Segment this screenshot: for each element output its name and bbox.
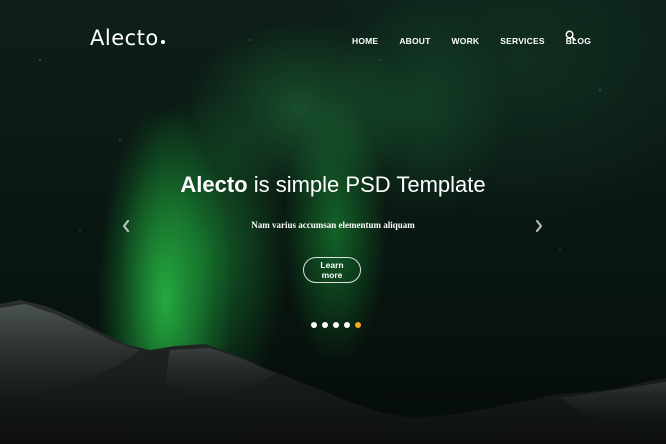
search-icon[interactable] <box>565 30 576 41</box>
hero-headline-strong: Alecto <box>180 172 248 197</box>
learn-more-button[interactable]: Learn more <box>303 257 361 283</box>
hero-section: Alecto HOME ABOUT WORK SERVICES BLOG Ale… <box>0 0 666 444</box>
top-navbar: Alecto HOME ABOUT WORK SERVICES BLOG <box>0 0 666 72</box>
slider-dot[interactable] <box>322 322 328 328</box>
nav-item-about[interactable]: ABOUT <box>399 36 430 46</box>
nav-item-home[interactable]: HOME <box>352 36 378 46</box>
nav-item-work[interactable]: WORK <box>452 36 480 46</box>
slider-dot[interactable] <box>311 322 317 328</box>
mountain-silhouette <box>0 300 666 444</box>
slider-dot-active[interactable] <box>355 322 361 328</box>
hero-subtitle: Nam varius accumsan elementum aliquam <box>251 220 415 230</box>
slider-dot[interactable] <box>333 322 339 328</box>
slider-pagination <box>311 322 361 328</box>
brand-logo[interactable]: Alecto <box>90 26 165 50</box>
hero-headline-rest: is simple PSD Template <box>247 172 486 197</box>
brand-name: Alecto <box>90 26 159 50</box>
nav-item-services[interactable]: SERVICES <box>500 36 544 46</box>
hero-headline: Alecto is simple PSD Template <box>0 172 666 198</box>
logo-dot-icon <box>160 40 165 44</box>
slider-dot[interactable] <box>344 322 350 328</box>
